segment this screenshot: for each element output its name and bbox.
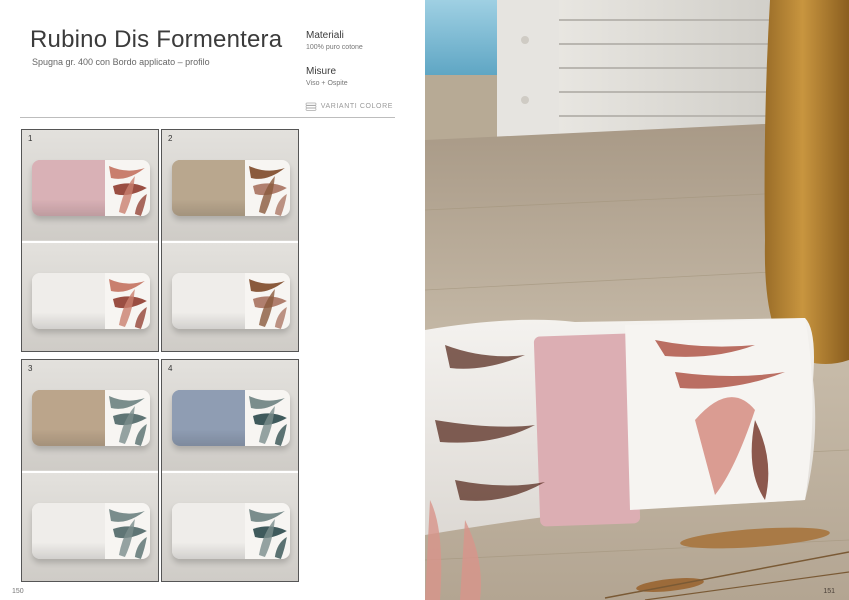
towel-roll xyxy=(172,503,290,559)
terry-cloth xyxy=(32,390,106,446)
variant-number: 3 xyxy=(28,364,33,373)
variant-number: 2 xyxy=(168,134,173,143)
product-subtitle: Spugna gr. 400 con Bordo applicato – pro… xyxy=(32,57,210,67)
sizes-label: Misure xyxy=(306,66,337,77)
variant-2-white-towel-photo xyxy=(162,241,298,351)
leaf-print-border xyxy=(245,390,290,446)
terry-cloth xyxy=(32,160,106,216)
variant-4-colored-towel-photo xyxy=(162,360,298,470)
towel-stack-icon xyxy=(305,102,317,111)
variant-2-colored-towel-photo xyxy=(162,130,298,240)
towel-roll xyxy=(32,273,150,329)
leaf-print-border xyxy=(105,390,150,446)
towel-roll xyxy=(32,503,150,559)
terry-cloth xyxy=(172,503,246,559)
lifestyle-photo-illustration xyxy=(425,0,849,600)
variant-1-colored-towel-photo xyxy=(22,130,158,240)
header-divider xyxy=(20,117,395,118)
color-variants-header: VARIANTI COLORE xyxy=(305,102,393,111)
color-variants-label: VARIANTI COLORE xyxy=(320,103,393,110)
page-number-left: 150 xyxy=(12,588,24,595)
variant-1-white-towel-photo xyxy=(22,241,158,351)
catalog-left-page: Rubino Dis Formentera Spugna gr. 400 con… xyxy=(0,0,425,600)
leaf-print-border xyxy=(245,273,290,329)
variant-3-white-towel-photo xyxy=(22,471,158,581)
terry-cloth xyxy=(172,390,246,446)
variant-3-colored-towel-photo xyxy=(22,360,158,470)
towel-roll xyxy=(172,273,290,329)
leaf-print-border xyxy=(245,503,290,559)
variant-number: 1 xyxy=(28,134,33,143)
variant-4-white-towel-photo xyxy=(162,471,298,581)
leaf-print-border xyxy=(245,160,290,216)
lifestyle-photo: 151 xyxy=(425,0,849,600)
terry-cloth xyxy=(32,503,106,559)
color-variant-1[interactable]: 1 xyxy=(21,129,159,352)
color-variant-3[interactable]: 3 xyxy=(21,359,159,582)
terry-cloth xyxy=(172,273,246,329)
towel-roll xyxy=(32,160,150,216)
towel-roll xyxy=(32,390,150,446)
materials-label: Materiali xyxy=(306,30,344,41)
terry-cloth xyxy=(172,160,246,216)
leaf-print-border xyxy=(105,273,150,329)
page-number-right: 151 xyxy=(823,588,835,595)
towel-roll xyxy=(172,160,290,216)
materials-value: 100% puro cotone xyxy=(306,44,363,51)
color-variant-4[interactable]: 4 xyxy=(161,359,299,582)
color-variant-2[interactable]: 2 xyxy=(161,129,299,352)
terry-cloth xyxy=(32,273,106,329)
variant-number: 4 xyxy=(168,364,173,373)
leaf-print-border xyxy=(105,160,150,216)
leaf-print-border xyxy=(105,503,150,559)
sea-view xyxy=(425,0,497,75)
sizes-value: Viso + Ospite xyxy=(306,80,348,87)
towel-roll xyxy=(172,390,290,446)
ochre-vase xyxy=(764,0,849,364)
product-title: Rubino Dis Formentera xyxy=(30,26,283,53)
